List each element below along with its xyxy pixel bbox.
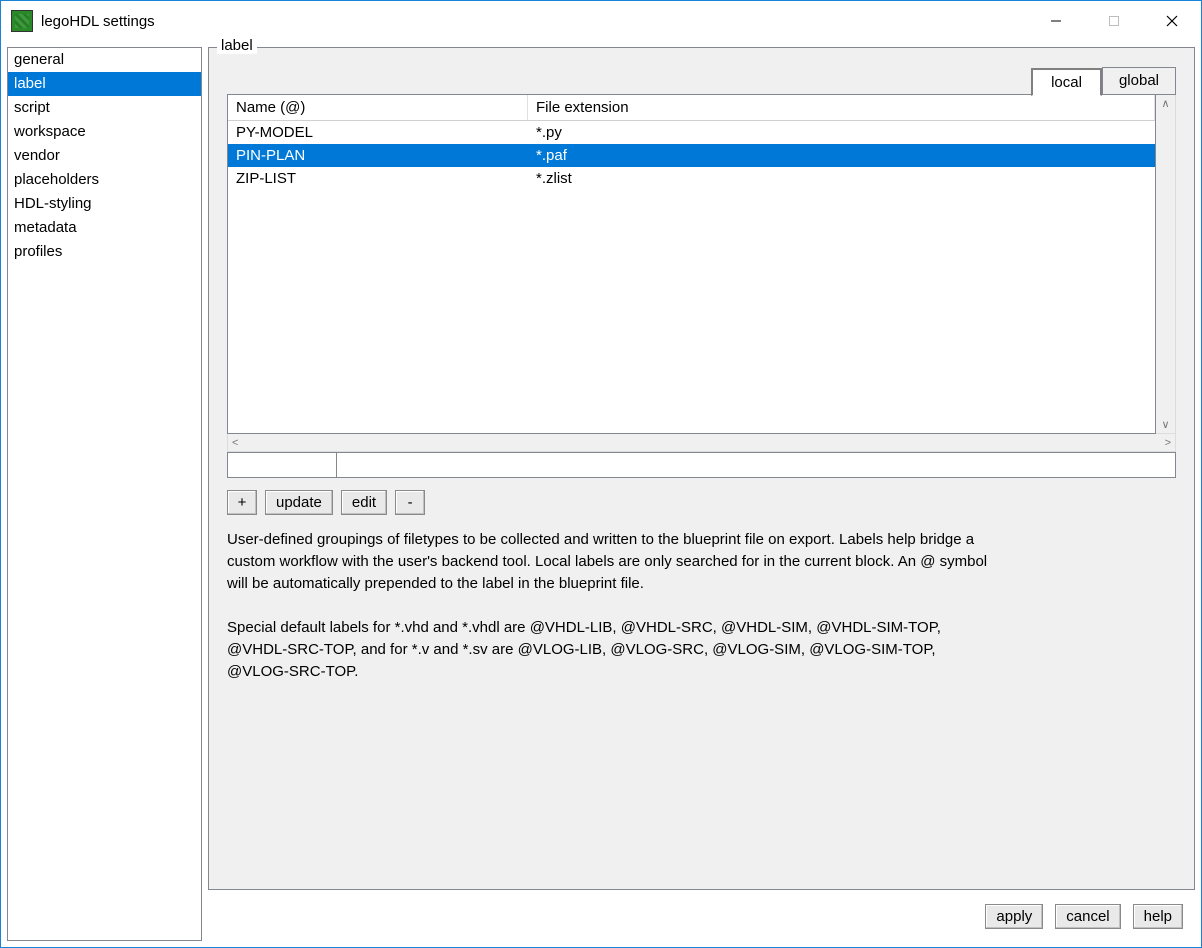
table-row[interactable]: PIN-PLAN*.paf: [228, 144, 1155, 167]
horizontal-scrollbar[interactable]: < >: [227, 434, 1176, 452]
label-table-frame: Name (@) File extension PY-MODEL*.pyPIN-…: [227, 94, 1176, 434]
tab-local[interactable]: local: [1031, 68, 1102, 96]
sidebar-item-vendor[interactable]: vendor: [8, 144, 201, 168]
sidebar-item-hdl-styling[interactable]: HDL-styling: [8, 192, 201, 216]
help-button[interactable]: help: [1133, 904, 1183, 929]
description-paragraph-2: Special default labels for *.vhd and *.v…: [227, 617, 997, 683]
table-body[interactable]: PY-MODEL*.pyPIN-PLAN*.pafZIP-LIST*.zlist: [228, 121, 1155, 433]
sidebar-item-label[interactable]: label: [8, 72, 201, 96]
scroll-down-icon[interactable]: ∨: [1161, 416, 1169, 433]
titlebar[interactable]: legoHDL settings: [1, 1, 1201, 41]
cell-name: PY-MODEL: [228, 121, 528, 144]
scroll-right-icon[interactable]: >: [1165, 437, 1171, 449]
tab-global[interactable]: global: [1102, 67, 1176, 95]
sidebar-item-placeholders[interactable]: placeholders: [8, 168, 201, 192]
update-button[interactable]: update: [265, 490, 333, 515]
client-area: generallabelscriptworkspacevendorplaceho…: [1, 41, 1201, 947]
settings-panel: label local global Name (@) File extensi…: [208, 47, 1195, 890]
footer-buttons: apply cancel help: [202, 890, 1201, 947]
sidebar-item-profiles[interactable]: profiles: [8, 240, 201, 264]
panel-title: label: [217, 37, 257, 54]
sidebar-item-metadata[interactable]: metadata: [8, 216, 201, 240]
label-name-input[interactable]: [227, 452, 337, 478]
cell-ext: *.zlist: [528, 167, 1155, 190]
maximize-button: [1085, 1, 1143, 41]
scope-tabs: local global: [227, 66, 1176, 94]
minimize-button[interactable]: [1027, 1, 1085, 41]
cell-name: PIN-PLAN: [228, 144, 528, 167]
table-row[interactable]: ZIP-LIST*.zlist: [228, 167, 1155, 190]
sidebar-item-workspace[interactable]: workspace: [8, 120, 201, 144]
window-title: legoHDL settings: [41, 13, 155, 30]
col-header-ext[interactable]: File extension: [528, 95, 1155, 120]
description: User-defined groupings of filetypes to b…: [227, 529, 997, 705]
vertical-scrollbar[interactable]: ∧ ∨: [1156, 94, 1176, 434]
add-button[interactable]: +: [227, 490, 257, 515]
scroll-up-icon[interactable]: ∧: [1161, 95, 1169, 112]
edit-buttons: + update edit -: [227, 490, 1176, 515]
sidebar[interactable]: generallabelscriptworkspacevendorplaceho…: [7, 47, 202, 941]
settings-window: legoHDL settings generallabelscriptworks…: [0, 0, 1202, 948]
label-table[interactable]: Name (@) File extension PY-MODEL*.pyPIN-…: [227, 94, 1156, 434]
remove-button[interactable]: -: [395, 490, 425, 515]
close-button[interactable]: [1143, 1, 1201, 41]
label-ext-input[interactable]: [337, 452, 1176, 478]
app-icon: [11, 10, 33, 32]
edit-button[interactable]: edit: [341, 490, 387, 515]
cell-ext: *.paf: [528, 144, 1155, 167]
cell-ext: *.py: [528, 121, 1155, 144]
apply-button[interactable]: apply: [985, 904, 1043, 929]
scroll-left-icon[interactable]: <: [232, 437, 238, 449]
sidebar-item-script[interactable]: script: [8, 96, 201, 120]
description-paragraph-1: User-defined groupings of filetypes to b…: [227, 529, 997, 595]
table-row[interactable]: PY-MODEL*.py: [228, 121, 1155, 144]
table-header[interactable]: Name (@) File extension: [228, 95, 1155, 121]
sidebar-item-general[interactable]: general: [8, 48, 201, 72]
col-header-name[interactable]: Name (@): [228, 95, 528, 120]
edit-inputs: [227, 452, 1176, 478]
main-area: label local global Name (@) File extensi…: [202, 41, 1201, 947]
cell-name: ZIP-LIST: [228, 167, 528, 190]
cancel-button[interactable]: cancel: [1055, 904, 1120, 929]
